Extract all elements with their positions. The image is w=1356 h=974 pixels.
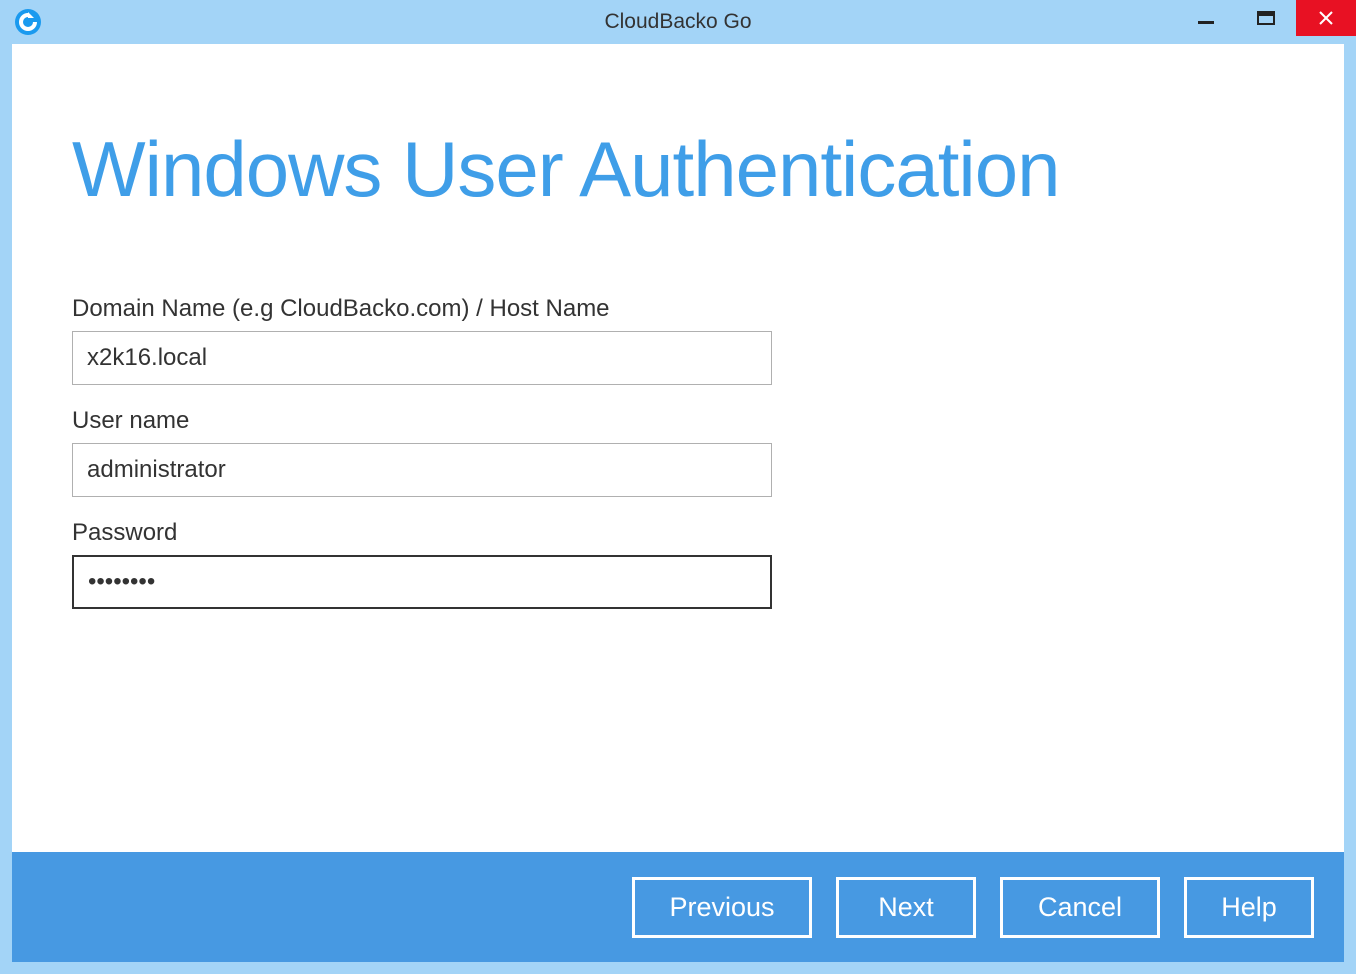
domain-label: Domain Name (e.g CloudBacko.com) / Host …	[72, 295, 1284, 323]
minimize-icon	[1197, 9, 1215, 27]
titlebar: CloudBacko Go	[0, 0, 1356, 44]
close-icon	[1317, 9, 1335, 27]
app-icon	[14, 8, 42, 36]
password-field-group: Password	[72, 519, 1284, 609]
password-label: Password	[72, 519, 1284, 547]
username-label: User name	[72, 407, 1284, 435]
domain-input[interactable]	[72, 331, 772, 385]
help-button[interactable]: Help	[1184, 877, 1314, 938]
cancel-button[interactable]: Cancel	[1000, 877, 1160, 938]
maximize-icon	[1257, 9, 1275, 27]
content-frame: Windows User Authentication Domain Name …	[12, 44, 1344, 962]
next-button[interactable]: Next	[836, 877, 976, 938]
domain-field-group: Domain Name (e.g CloudBacko.com) / Host …	[72, 295, 1284, 385]
app-window: CloudBacko Go Windows	[0, 0, 1356, 974]
page-title: Windows User Authentication	[72, 124, 1284, 215]
main-area: Windows User Authentication Domain Name …	[12, 44, 1344, 852]
maximize-button[interactable]	[1236, 0, 1296, 36]
password-input[interactable]	[72, 555, 772, 609]
close-button[interactable]	[1296, 0, 1356, 36]
minimize-button[interactable]	[1176, 0, 1236, 36]
window-title: CloudBacko Go	[604, 10, 751, 34]
footer-bar: Previous Next Cancel Help	[12, 852, 1344, 962]
previous-button[interactable]: Previous	[632, 877, 812, 938]
window-controls	[1176, 0, 1356, 36]
username-field-group: User name	[72, 407, 1284, 497]
username-input[interactable]	[72, 443, 772, 497]
